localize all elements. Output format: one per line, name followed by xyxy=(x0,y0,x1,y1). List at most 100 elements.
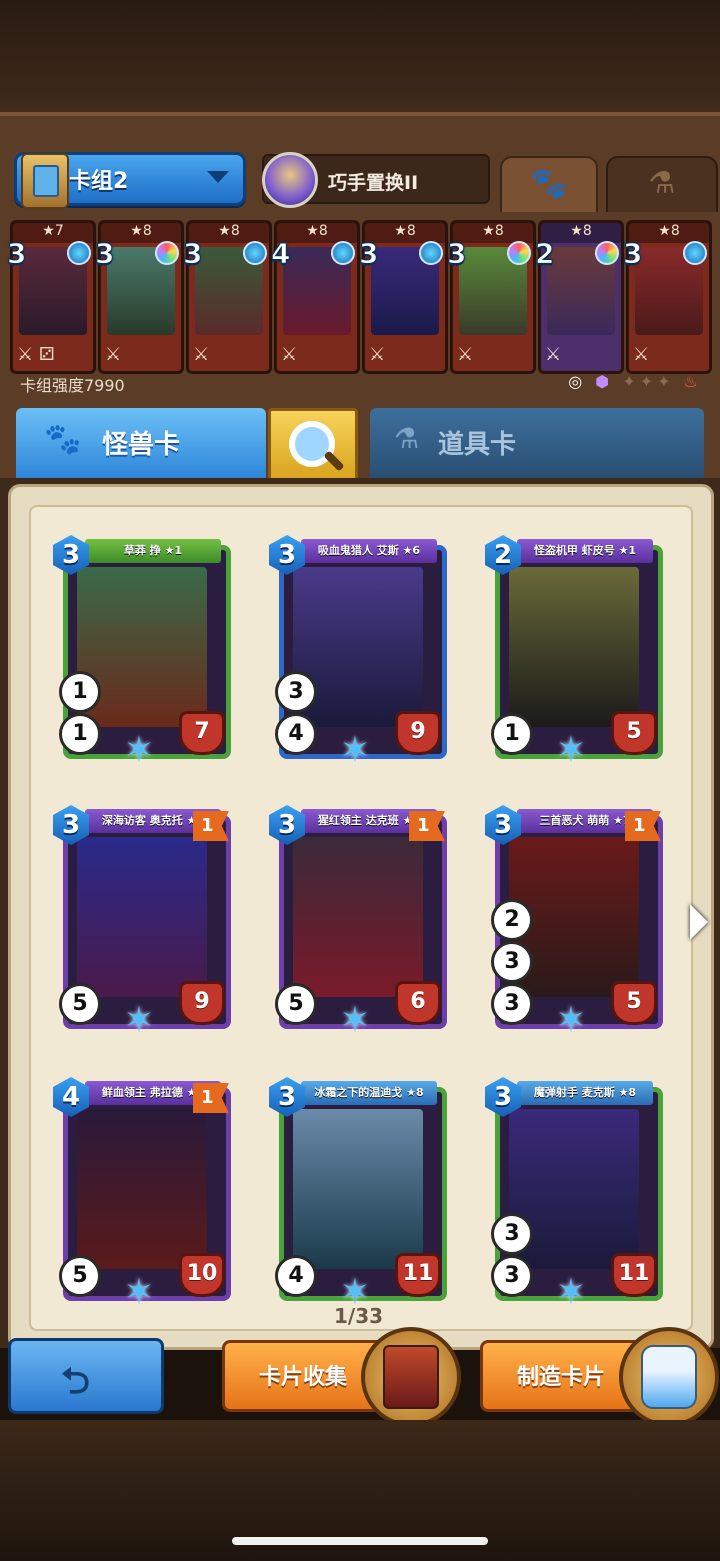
gem-icon xyxy=(67,241,91,265)
monster-card[interactable]: 三首恶犬 萌萌 ★7 3 1 2 3 3 5 ✶ xyxy=(485,805,663,1041)
card-health: 5 xyxy=(611,981,657,1025)
synergy-icons: ◎ ⬢ ✦✦✦ ♨ xyxy=(568,372,702,391)
deck-selector[interactable]: 卡组2 xyxy=(14,152,246,209)
deck-card[interactable]: ★8 3 ⚔ xyxy=(446,220,536,374)
card-name: 吸血鬼猎人 艾斯 ★6 xyxy=(301,539,437,563)
deck-card[interactable]: ★8 2 ⚔ xyxy=(534,220,624,374)
star-icon: ✶ xyxy=(555,1000,587,1041)
monster-card[interactable]: 猩红领主 达克班 ★8 3 1 5 6 ✶ xyxy=(269,805,447,1041)
sword-icon: ⚔ xyxy=(633,344,650,365)
potion-jar-icon xyxy=(641,1345,697,1409)
card-health: 9 xyxy=(395,711,441,755)
deck-name: 卡组2 xyxy=(69,169,129,194)
card-cost: 3 xyxy=(622,237,643,271)
search-button[interactable] xyxy=(268,408,358,484)
tab-item-cards[interactable]: ⚗ 道具卡 xyxy=(370,408,704,478)
monster-card[interactable]: 深海访客 奥克托 ★8 3 1 5 9 ✶ xyxy=(53,805,231,1041)
tab-item-deck[interactable]: ⚗ xyxy=(606,156,718,212)
card-art xyxy=(293,837,423,997)
gem-icon xyxy=(243,241,267,265)
deck-card-list: ★7 3 ⚔ ⚂ ★8 3 ⚔ ★8 3 ⚔ ★8 4 ⚔ ★8 3 ⚔ ★8 … xyxy=(6,220,720,374)
button-label: 制造卡片 xyxy=(517,1365,606,1390)
card-cost: 3 xyxy=(446,237,467,271)
card-grid: 草莽 挣 ★1 3 1 1 7 ✶ 吸血鬼猎人 艾斯 ★6 3 3 4 9 ✶ xyxy=(29,505,693,1331)
card-art xyxy=(77,837,207,997)
tab-monster-cards[interactable]: 🐾 怪兽卡 xyxy=(16,408,266,478)
ring-icon: ◎ xyxy=(568,372,587,391)
card-attack: 4 xyxy=(275,713,317,755)
gem-icon xyxy=(419,241,443,265)
page-indicator: 1/33 xyxy=(334,1304,384,1328)
card-art xyxy=(509,567,639,727)
card-attack: 1 xyxy=(59,713,101,755)
card-health: 11 xyxy=(611,1253,657,1297)
card-health: 11 xyxy=(395,1253,441,1297)
sword-icon: ⚔ xyxy=(193,344,210,365)
home-indicator[interactable] xyxy=(232,1537,488,1545)
card-name: 草莽 挣 ★1 xyxy=(85,539,221,563)
hero-skill[interactable]: 巧手置换II xyxy=(262,152,490,208)
monster-card[interactable]: 魔弹射手 麦克斯 ★8 3 3 3 11 ✶ xyxy=(485,1077,663,1313)
card-cost: 3 xyxy=(358,237,379,271)
card-cost: 2 xyxy=(534,237,555,271)
sword-icon: ⚔ xyxy=(281,344,298,365)
back-arrow-icon: ⮌ xyxy=(61,1361,90,1402)
card-name: 魔弹射手 麦克斯 ★8 xyxy=(517,1081,653,1105)
sword-icon: ⚔ xyxy=(369,344,386,365)
star-icon: ✶ xyxy=(123,1272,155,1313)
card-name: 冰霜之下的温迪戈 ★8 xyxy=(301,1081,437,1105)
monster-card[interactable]: 草莽 挣 ★1 3 1 1 7 ✶ xyxy=(53,535,231,771)
claw-icon: ✦ xyxy=(639,372,658,391)
card-cost: 4 xyxy=(270,237,291,271)
card-dice-stat: 1 xyxy=(59,671,101,713)
card-collection-button[interactable]: 卡片收集 xyxy=(222,1327,461,1427)
back-button[interactable]: ⮌ xyxy=(8,1338,164,1414)
deck-card[interactable]: ★8 3 ⚔ xyxy=(622,220,712,374)
card-attack: 5 xyxy=(59,983,101,1025)
tab-label: 怪兽卡 xyxy=(102,430,181,460)
card-book-icon xyxy=(383,1345,439,1409)
card-cost: 3 xyxy=(182,237,203,271)
button-label: 卡片收集 xyxy=(259,1365,348,1390)
card-attack: 3 xyxy=(491,983,533,1025)
gem-icon xyxy=(683,241,707,265)
craft-icon xyxy=(619,1327,719,1427)
paw-icon: 🐾 xyxy=(44,422,82,457)
card-book: 草莽 挣 ★1 3 1 1 7 ✶ 吸血鬼猎人 艾斯 ★6 3 3 4 9 ✶ xyxy=(0,478,720,1350)
card-cost: 3 xyxy=(6,237,27,271)
card-health: 6 xyxy=(395,981,441,1025)
gem-icon xyxy=(331,241,355,265)
deck-card[interactable]: ★8 3 ⚔ xyxy=(94,220,184,374)
card-attack: 4 xyxy=(275,1255,317,1297)
deck-card[interactable]: ★8 3 ⚔ xyxy=(182,220,272,374)
category-tabs: 🐾 怪兽卡 ⚗ 道具卡 xyxy=(0,402,720,484)
deck-card[interactable]: ★8 4 ⚔ xyxy=(270,220,360,374)
card-range-stat: 3 xyxy=(491,941,533,983)
card-attack: 5 xyxy=(59,1255,101,1297)
fist-icon: ✦ xyxy=(657,372,675,391)
card-range-stat: 3 xyxy=(491,1213,533,1255)
gem-icon xyxy=(595,241,619,265)
star-icon: ✶ xyxy=(123,730,155,771)
deck-card[interactable]: ★7 3 ⚔ ⚂ xyxy=(6,220,96,374)
card-cost: 3 xyxy=(94,237,115,271)
skill-name: 巧手置换II xyxy=(328,172,419,194)
sword-icon: ⚔ xyxy=(545,344,562,365)
monster-card[interactable]: 冰霜之下的温迪戈 ★8 3 4 11 ✶ xyxy=(269,1077,447,1313)
tab-label: 道具卡 xyxy=(438,430,517,460)
card-health: 5 xyxy=(611,711,657,755)
monster-card[interactable]: 怪盗机甲 虾皮号 ★1 2 1 5 ✶ xyxy=(485,535,663,771)
flask-icon: ⚗ xyxy=(648,166,676,201)
card-art xyxy=(77,1109,207,1269)
chevron-down-icon xyxy=(207,171,229,183)
card-art xyxy=(293,1109,423,1269)
card-collection-icon xyxy=(361,1327,461,1427)
gem-icon xyxy=(155,241,179,265)
next-page-arrow[interactable] xyxy=(690,904,708,940)
monster-card[interactable]: 吸血鬼猎人 艾斯 ★6 3 3 4 9 ✶ xyxy=(269,535,447,771)
gem-icon xyxy=(507,241,531,265)
tab-monster-deck[interactable]: 🐾 xyxy=(500,156,598,212)
craft-card-button[interactable]: 制造卡片 xyxy=(480,1327,719,1427)
deck-card[interactable]: ★8 3 ⚔ xyxy=(358,220,448,374)
monster-card[interactable]: 鲜血领主 弗拉德 ★8 4 1 5 10 ✶ xyxy=(53,1077,231,1313)
